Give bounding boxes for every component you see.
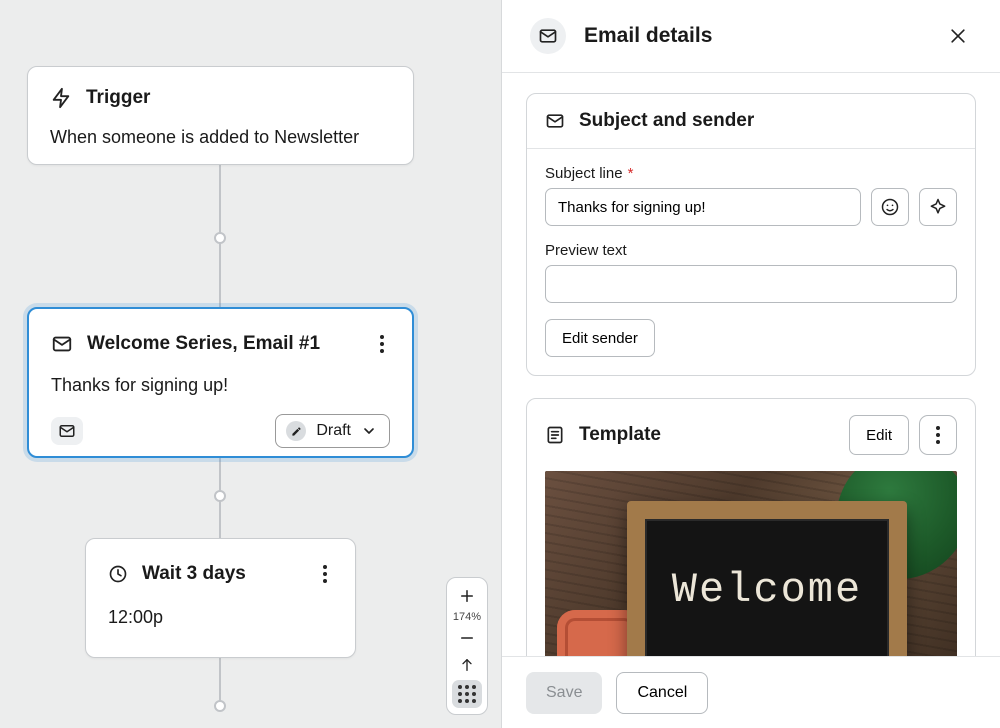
template-preview[interactable]: Welcome: [545, 471, 957, 656]
wait-card[interactable]: Wait 3 days 12:00p: [85, 538, 356, 658]
email-type-chip[interactable]: [51, 417, 83, 445]
clock-icon: [108, 564, 128, 584]
bolt-icon: [50, 87, 72, 109]
email-status-dropdown[interactable]: Draft: [275, 414, 390, 448]
chevron-down-icon: [361, 423, 377, 439]
preview-text-input[interactable]: [545, 265, 957, 303]
email-card[interactable]: Welcome Series, Email #1 Thanks for sign…: [27, 307, 414, 458]
wait-card-time: 12:00p: [108, 607, 333, 628]
panel-header: Email details: [502, 0, 1000, 73]
template-menu-button[interactable]: [919, 415, 957, 455]
panel-title: Email details: [584, 24, 712, 48]
section-title: Subject and sender: [579, 110, 754, 132]
connector-node[interactable]: [214, 232, 226, 244]
trigger-description: When someone is added to Newsletter: [50, 127, 391, 148]
mail-icon: [51, 333, 73, 355]
email-card-title: Welcome Series, Email #1: [87, 333, 320, 355]
welcome-text: Welcome: [672, 566, 862, 614]
minimap-button[interactable]: [452, 680, 482, 708]
flow-canvas[interactable]: Trigger When someone is added to Newslet…: [0, 0, 502, 728]
subject-label: Subject line*: [545, 165, 957, 182]
mail-icon: [545, 111, 565, 131]
letterboard: Welcome: [627, 501, 907, 656]
zoom-in-button[interactable]: [452, 584, 482, 608]
zoom-controls: 174%: [446, 577, 488, 715]
zoom-level: 174%: [453, 611, 481, 623]
emoji-button[interactable]: [871, 188, 909, 226]
connector-node[interactable]: [214, 490, 226, 502]
template-icon: [545, 425, 565, 445]
wait-card-title: Wait 3 days: [142, 563, 246, 585]
zoom-out-button[interactable]: [452, 626, 482, 650]
close-button[interactable]: [944, 22, 972, 50]
email-card-subject: Thanks for signing up!: [51, 375, 390, 396]
email-status-label: Draft: [316, 422, 351, 440]
save-button[interactable]: Save: [526, 672, 602, 714]
trigger-title: Trigger: [86, 87, 150, 109]
edit-sender-button[interactable]: Edit sender: [545, 319, 655, 357]
wait-card-menu-button[interactable]: [317, 559, 333, 589]
section-title: Template: [579, 424, 661, 446]
ai-sparkle-button[interactable]: [919, 188, 957, 226]
subject-input[interactable]: [545, 188, 861, 226]
required-indicator: *: [628, 165, 634, 182]
connector-node[interactable]: [214, 700, 226, 712]
edit-template-button[interactable]: Edit: [849, 415, 909, 455]
preview-label: Preview text: [545, 242, 957, 259]
pencil-icon: [286, 421, 306, 441]
subject-sender-section: Subject and sender Subject line* Preview…: [526, 93, 976, 376]
zoom-reset-button[interactable]: [452, 653, 482, 677]
trigger-card[interactable]: Trigger When someone is added to Newslet…: [27, 66, 414, 165]
email-card-menu-button[interactable]: [374, 329, 390, 359]
template-section: Template Edit Welcome: [526, 398, 976, 656]
mail-icon: [530, 18, 566, 54]
panel-footer: Save Cancel: [502, 656, 1000, 728]
details-panel: Email details Subject and sender Subject…: [502, 0, 1000, 728]
cancel-button[interactable]: Cancel: [616, 672, 708, 714]
